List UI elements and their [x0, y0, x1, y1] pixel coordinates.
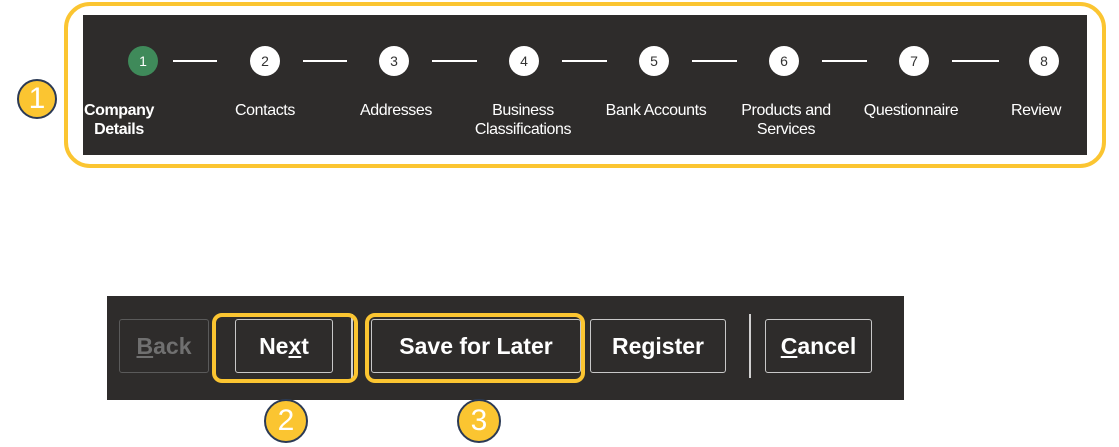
step-4-label[interactable]: Business Classifications: [453, 101, 593, 139]
callout-badge-3: 3: [457, 399, 501, 443]
cancel-button[interactable]: Cancel: [765, 319, 872, 373]
step-6-label[interactable]: Products and Services: [716, 101, 856, 139]
step-8-circle[interactable]: 8: [1029, 46, 1059, 76]
callout-badge-1: 1: [17, 79, 57, 119]
highlight-save-for-later-button: [365, 313, 585, 383]
step-connector: [432, 60, 477, 62]
register-button[interactable]: Register: [590, 319, 726, 373]
step-7-label[interactable]: Questionnaire: [841, 101, 981, 120]
step-connector: [822, 60, 867, 62]
step-5-circle[interactable]: 5: [639, 46, 669, 76]
step-6-circle[interactable]: 6: [769, 46, 799, 76]
step-connector: [562, 60, 607, 62]
back-button: Back: [119, 319, 209, 373]
step-connector: [173, 60, 217, 62]
step-7-circle[interactable]: 7: [899, 46, 929, 76]
back-access-key: B: [136, 332, 154, 359]
step-5-label[interactable]: Bank Accounts: [586, 101, 726, 120]
progress-train: 1 Company Details 2 Contacts 3 Addresses …: [83, 15, 1087, 155]
step-connector: [303, 60, 347, 62]
step-1-circle[interactable]: 1: [128, 46, 158, 76]
step-connector: [692, 60, 737, 62]
toolbar-separator: [749, 314, 751, 378]
step-3-label[interactable]: Addresses: [326, 101, 466, 120]
highlight-next-button: [212, 313, 358, 383]
cancel-access-key: C: [780, 332, 798, 359]
step-8-label[interactable]: Review: [966, 101, 1106, 120]
step-connector: [952, 60, 999, 62]
back-label-post: ack: [153, 332, 192, 359]
step-4-circle[interactable]: 4: [509, 46, 539, 76]
callout-badge-2: 2: [264, 399, 308, 443]
step-2-label[interactable]: Contacts: [195, 101, 335, 120]
step-3-circle[interactable]: 3: [379, 46, 409, 76]
step-1-label[interactable]: Company Details: [49, 101, 189, 139]
cancel-label-post: ancel: [797, 332, 857, 359]
step-2-circle[interactable]: 2: [250, 46, 280, 76]
